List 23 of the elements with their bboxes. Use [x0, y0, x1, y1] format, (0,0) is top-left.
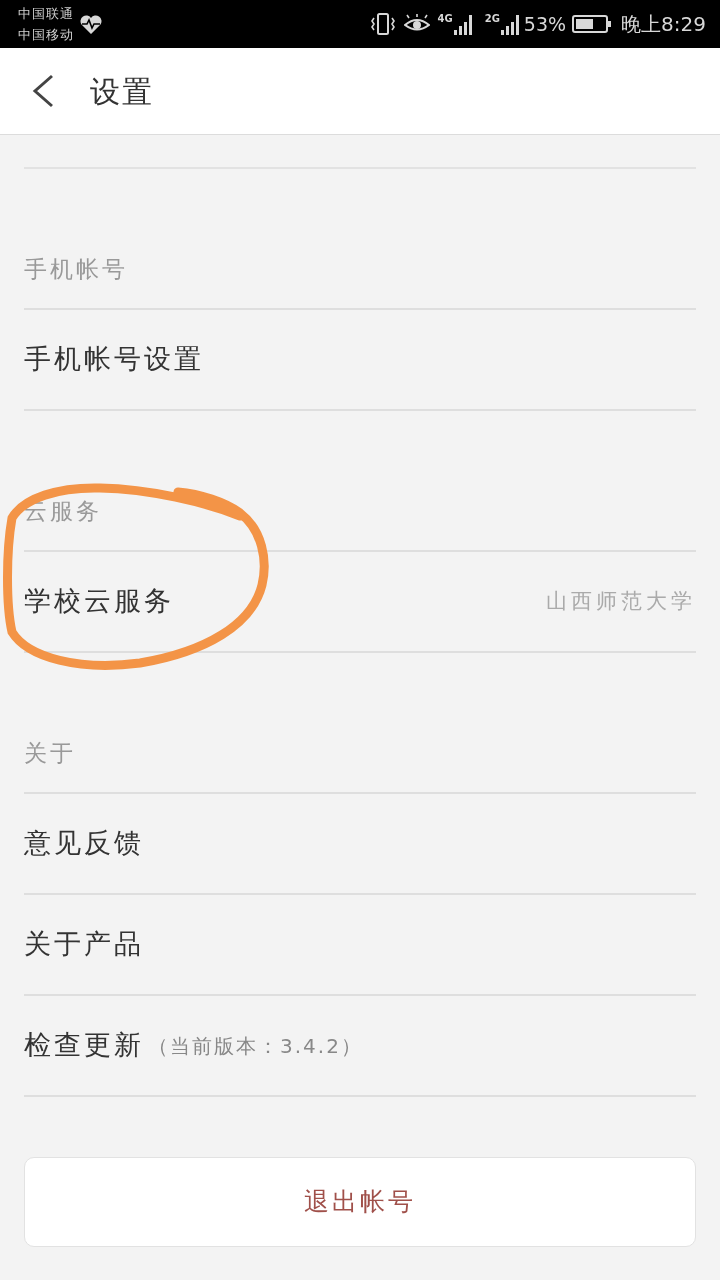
section-header: 关于 — [24, 738, 76, 768]
page-title: 设置 — [90, 72, 154, 111]
version-note: （当前版本：3.4.2） — [148, 1032, 363, 1060]
logout-button[interactable]: 退出帐号 — [24, 1157, 696, 1247]
battery-percentage: 53% — [523, 11, 567, 37]
carrier-name: 中国联通 — [18, 5, 74, 23]
network-type-label: 4G — [437, 13, 453, 24]
section-header: 手机帐号 — [24, 254, 128, 284]
settings-item[interactable]: 手机帐号设置 — [24, 339, 204, 380]
back-chevron-icon — [31, 74, 55, 108]
signal-icon — [499, 13, 522, 35]
vibrate-icon — [369, 13, 396, 35]
settings-item[interactable]: 学校云服务 — [24, 581, 174, 622]
settings-item[interactable]: 检查更新 — [24, 1025, 144, 1066]
battery-icon — [572, 14, 613, 34]
network-type-label: 2G — [484, 13, 500, 24]
carrier-name: 中国移动 — [18, 26, 74, 44]
item-value: 山西师范大学 — [546, 587, 696, 615]
heart-pulse-icon — [80, 14, 102, 34]
settings-item[interactable]: 意见反馈 — [24, 823, 144, 864]
signal-icon — [452, 13, 475, 35]
clock-time: 晚上8:29 — [621, 11, 706, 38]
settings-item[interactable]: 关于产品 — [24, 924, 144, 965]
